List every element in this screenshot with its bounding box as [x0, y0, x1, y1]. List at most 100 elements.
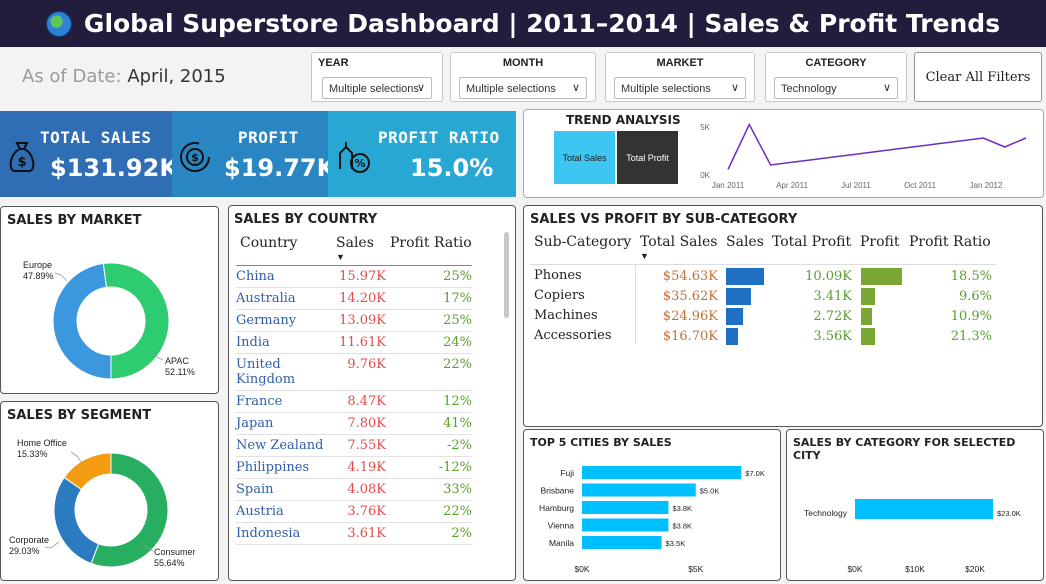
x-tick-label: $0K: [574, 564, 589, 574]
bar[interactable]: [582, 466, 742, 479]
col-header-total-sales[interactable]: Total Sales: [640, 234, 717, 250]
subcategory-total-profit: 3.41K: [813, 289, 852, 304]
sort-desc-icon: ▼: [336, 252, 345, 262]
subcategory-name: Copiers: [534, 288, 585, 303]
slice-percent: 15.33%: [17, 449, 48, 459]
kpi-title: PROFIT: [238, 128, 299, 147]
country-sales: 3.76K: [332, 500, 386, 523]
table-row[interactable]: Indonesia 3.61K 2%: [236, 522, 472, 545]
col-header-subcategory[interactable]: Sub-Category: [534, 234, 631, 250]
donut-slice[interactable]: [53, 476, 100, 565]
country-profit-ratio: 25%: [386, 266, 472, 288]
col-header-sales[interactable]: Sales: [336, 235, 374, 251]
x-tick-label: $20K: [965, 564, 985, 574]
category-select-value: Technology: [781, 83, 837, 95]
sort-desc-icon: ▼: [640, 251, 649, 261]
table-row[interactable]: Austria 3.76K 22%: [236, 500, 472, 523]
month-filter[interactable]: MONTH Multiple selections ∨: [450, 52, 596, 102]
market-filter[interactable]: MARKET Multiple selections ∨: [605, 52, 755, 102]
country-name: Indonesia: [236, 522, 332, 545]
table-row[interactable]: Australia 14.20K 17%: [236, 287, 472, 310]
category-filter[interactable]: CATEGORY Technology ∨: [765, 52, 907, 102]
country-name: Germany: [236, 309, 332, 332]
globe-icon: [45, 10, 72, 37]
scrollbar[interactable]: [504, 232, 509, 318]
table-row[interactable]: Japan 7.80K 41%: [236, 412, 472, 435]
market-select[interactable]: Multiple selections ∨: [614, 77, 746, 99]
col-header-total-profit[interactable]: Total Profit: [772, 234, 851, 250]
subcategory-profit-ratio: 10.9%: [950, 309, 992, 324]
table-row[interactable]: Spain 4.08K 33%: [236, 478, 472, 501]
data-label: $7.0K: [745, 469, 765, 478]
table-row[interactable]: New Zealand 7.55K -2%: [236, 434, 472, 457]
country-sales: 4.19K: [332, 456, 386, 479]
country-name: Australia: [236, 287, 332, 310]
total-sales-toggle[interactable]: Total Sales: [554, 131, 615, 184]
table-row[interactable]: India 11.61K 24%: [236, 331, 472, 354]
country-name: Austria: [236, 500, 332, 523]
x-tick-label: Jan 2011: [712, 181, 745, 190]
data-label: $5.0K: [700, 487, 720, 496]
table-row[interactable]: Phones $54.63K 10.09K 18.5%: [530, 266, 1000, 286]
country-sales: 14.20K: [332, 287, 386, 310]
bar[interactable]: [582, 483, 696, 497]
market-filter-label: MARKET: [656, 57, 704, 69]
slice-label: Corporate: [9, 535, 49, 545]
category-label: Vienna: [548, 521, 575, 531]
table-row[interactable]: Machines $24.96K 2.72K 10.9%: [530, 306, 1000, 326]
table-row[interactable]: China 15.97K 25%: [236, 266, 472, 288]
col-header-profit-ratio[interactable]: Profit Ratio: [909, 234, 991, 250]
subcategory-panel: SALES VS PROFIT BY SUB-CATEGORY Sub-Cate…: [523, 205, 1043, 427]
sales-by-country-panel: SALES BY COUNTRY Country Sales ▼ Profit …: [228, 205, 516, 581]
subcategory-total-sales: $16.70K: [662, 329, 718, 344]
sales-bar: [726, 268, 764, 285]
x-tick-label: Jul 2011: [841, 181, 871, 190]
year-filter[interactable]: YEAR Multiple selections ∨: [311, 52, 443, 102]
category-city-panel: SALES BY CATEGORY FOR SELECTED CITY Tech…: [786, 429, 1044, 581]
country-name: United Kingdom: [236, 353, 332, 391]
col-header-sales[interactable]: Sales: [726, 234, 764, 250]
data-label: $3.8K: [672, 522, 692, 531]
bar[interactable]: [855, 499, 993, 519]
total-profit-toggle[interactable]: Total Profit: [617, 131, 678, 184]
month-select-value: Multiple selections: [466, 83, 556, 95]
country-name: Spain: [236, 478, 332, 501]
table-row[interactable]: France 8.47K 12%: [236, 390, 472, 413]
table-row[interactable]: United Kingdom 9.76K 22%: [236, 353, 472, 391]
donut-slice[interactable]: [102, 262, 170, 380]
x-tick-label: $5K: [688, 564, 703, 574]
donut-slice[interactable]: [52, 262, 112, 380]
col-header-country[interactable]: Country: [240, 235, 297, 251]
country-profit-ratio: 24%: [386, 331, 472, 354]
month-select[interactable]: Multiple selections ∨: [459, 77, 587, 99]
bar[interactable]: [582, 518, 669, 532]
bar[interactable]: [582, 536, 662, 549]
kpi-total-sales: $ TOTAL SALES $131.92K: [0, 111, 178, 197]
as-of-value: April, 2015: [127, 66, 226, 87]
country-profit-ratio: 22%: [386, 500, 472, 523]
chevron-down-icon: ∨: [730, 82, 739, 94]
as-of-date: As of Date: April, 2015: [22, 66, 226, 87]
col-header-profit[interactable]: Profit: [860, 234, 900, 250]
country-name: France: [236, 390, 332, 413]
leader-line: [54, 272, 68, 282]
clear-filters-button[interactable]: Clear All Filters: [914, 52, 1042, 102]
subcategory-total-profit: 3.56K: [813, 329, 852, 344]
table-row[interactable]: Copiers $35.62K 3.41K 9.6%: [530, 286, 1000, 306]
data-label: $23.0K: [997, 509, 1021, 518]
category-label: Brisbane: [540, 486, 574, 496]
category-select[interactable]: Technology ∨: [774, 77, 898, 99]
panel-title: SALES VS PROFIT BY SUB-CATEGORY: [530, 212, 798, 227]
chevron-down-icon: ∨: [416, 82, 425, 94]
table-row[interactable]: Philippines 4.19K -12%: [236, 456, 472, 479]
table-row[interactable]: Germany 13.09K 25%: [236, 309, 472, 332]
kpi-title: TOTAL SALES: [40, 128, 152, 147]
year-select[interactable]: Multiple selections ∨: [322, 77, 432, 99]
country-profit-ratio: 33%: [386, 478, 472, 501]
subcategory-name: Accessories: [534, 328, 612, 343]
kpi-profit-ratio: % PROFIT RATIO 15.0%: [328, 111, 516, 197]
col-header-profit-ratio[interactable]: Profit Ratio: [390, 235, 472, 251]
table-row[interactable]: Accessories $16.70K 3.56K 21.3%: [530, 326, 1000, 346]
x-tick-label: Oct 2011: [904, 181, 936, 190]
bar[interactable]: [582, 501, 669, 514]
